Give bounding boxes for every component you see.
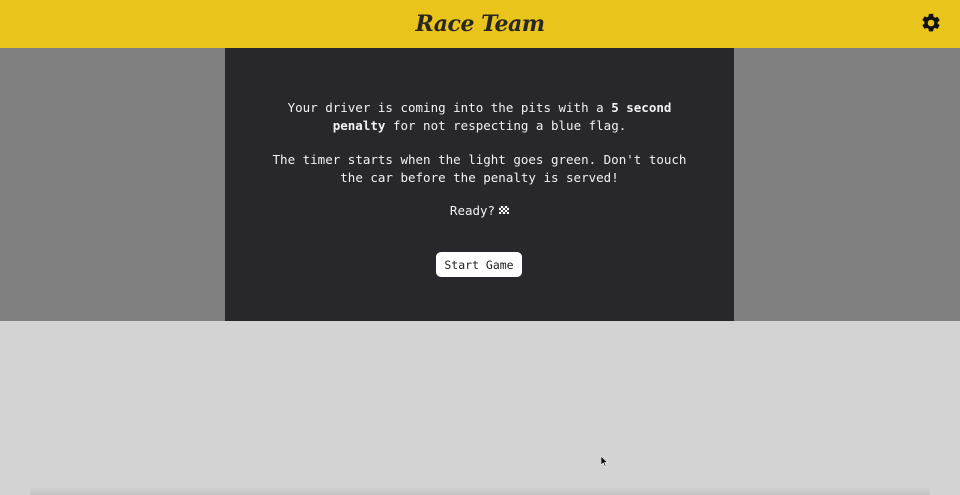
gear-icon[interactable] <box>920 12 942 34</box>
chequered-flag-icon <box>499 206 510 214</box>
intro-text: Your driver is coming into the pits with… <box>287 100 612 115</box>
mouse-cursor-icon <box>601 456 609 467</box>
ready-line: Ready? <box>265 202 694 220</box>
app-header: Race Team <box>0 0 960 48</box>
bottom-shadow <box>30 487 930 495</box>
instructions-text: The timer starts when the light goes gre… <box>272 152 687 185</box>
penalty-message: Your driver is coming into the pits with… <box>265 99 694 134</box>
intro-text-end: for not respecting a blue flag. <box>385 117 627 133</box>
start-game-button[interactable]: Start Game <box>436 252 522 277</box>
ready-text: Ready? <box>449 203 496 218</box>
game-panel: Your driver is coming into the pits with… <box>225 48 734 321</box>
app-title: Race Team <box>415 11 545 37</box>
